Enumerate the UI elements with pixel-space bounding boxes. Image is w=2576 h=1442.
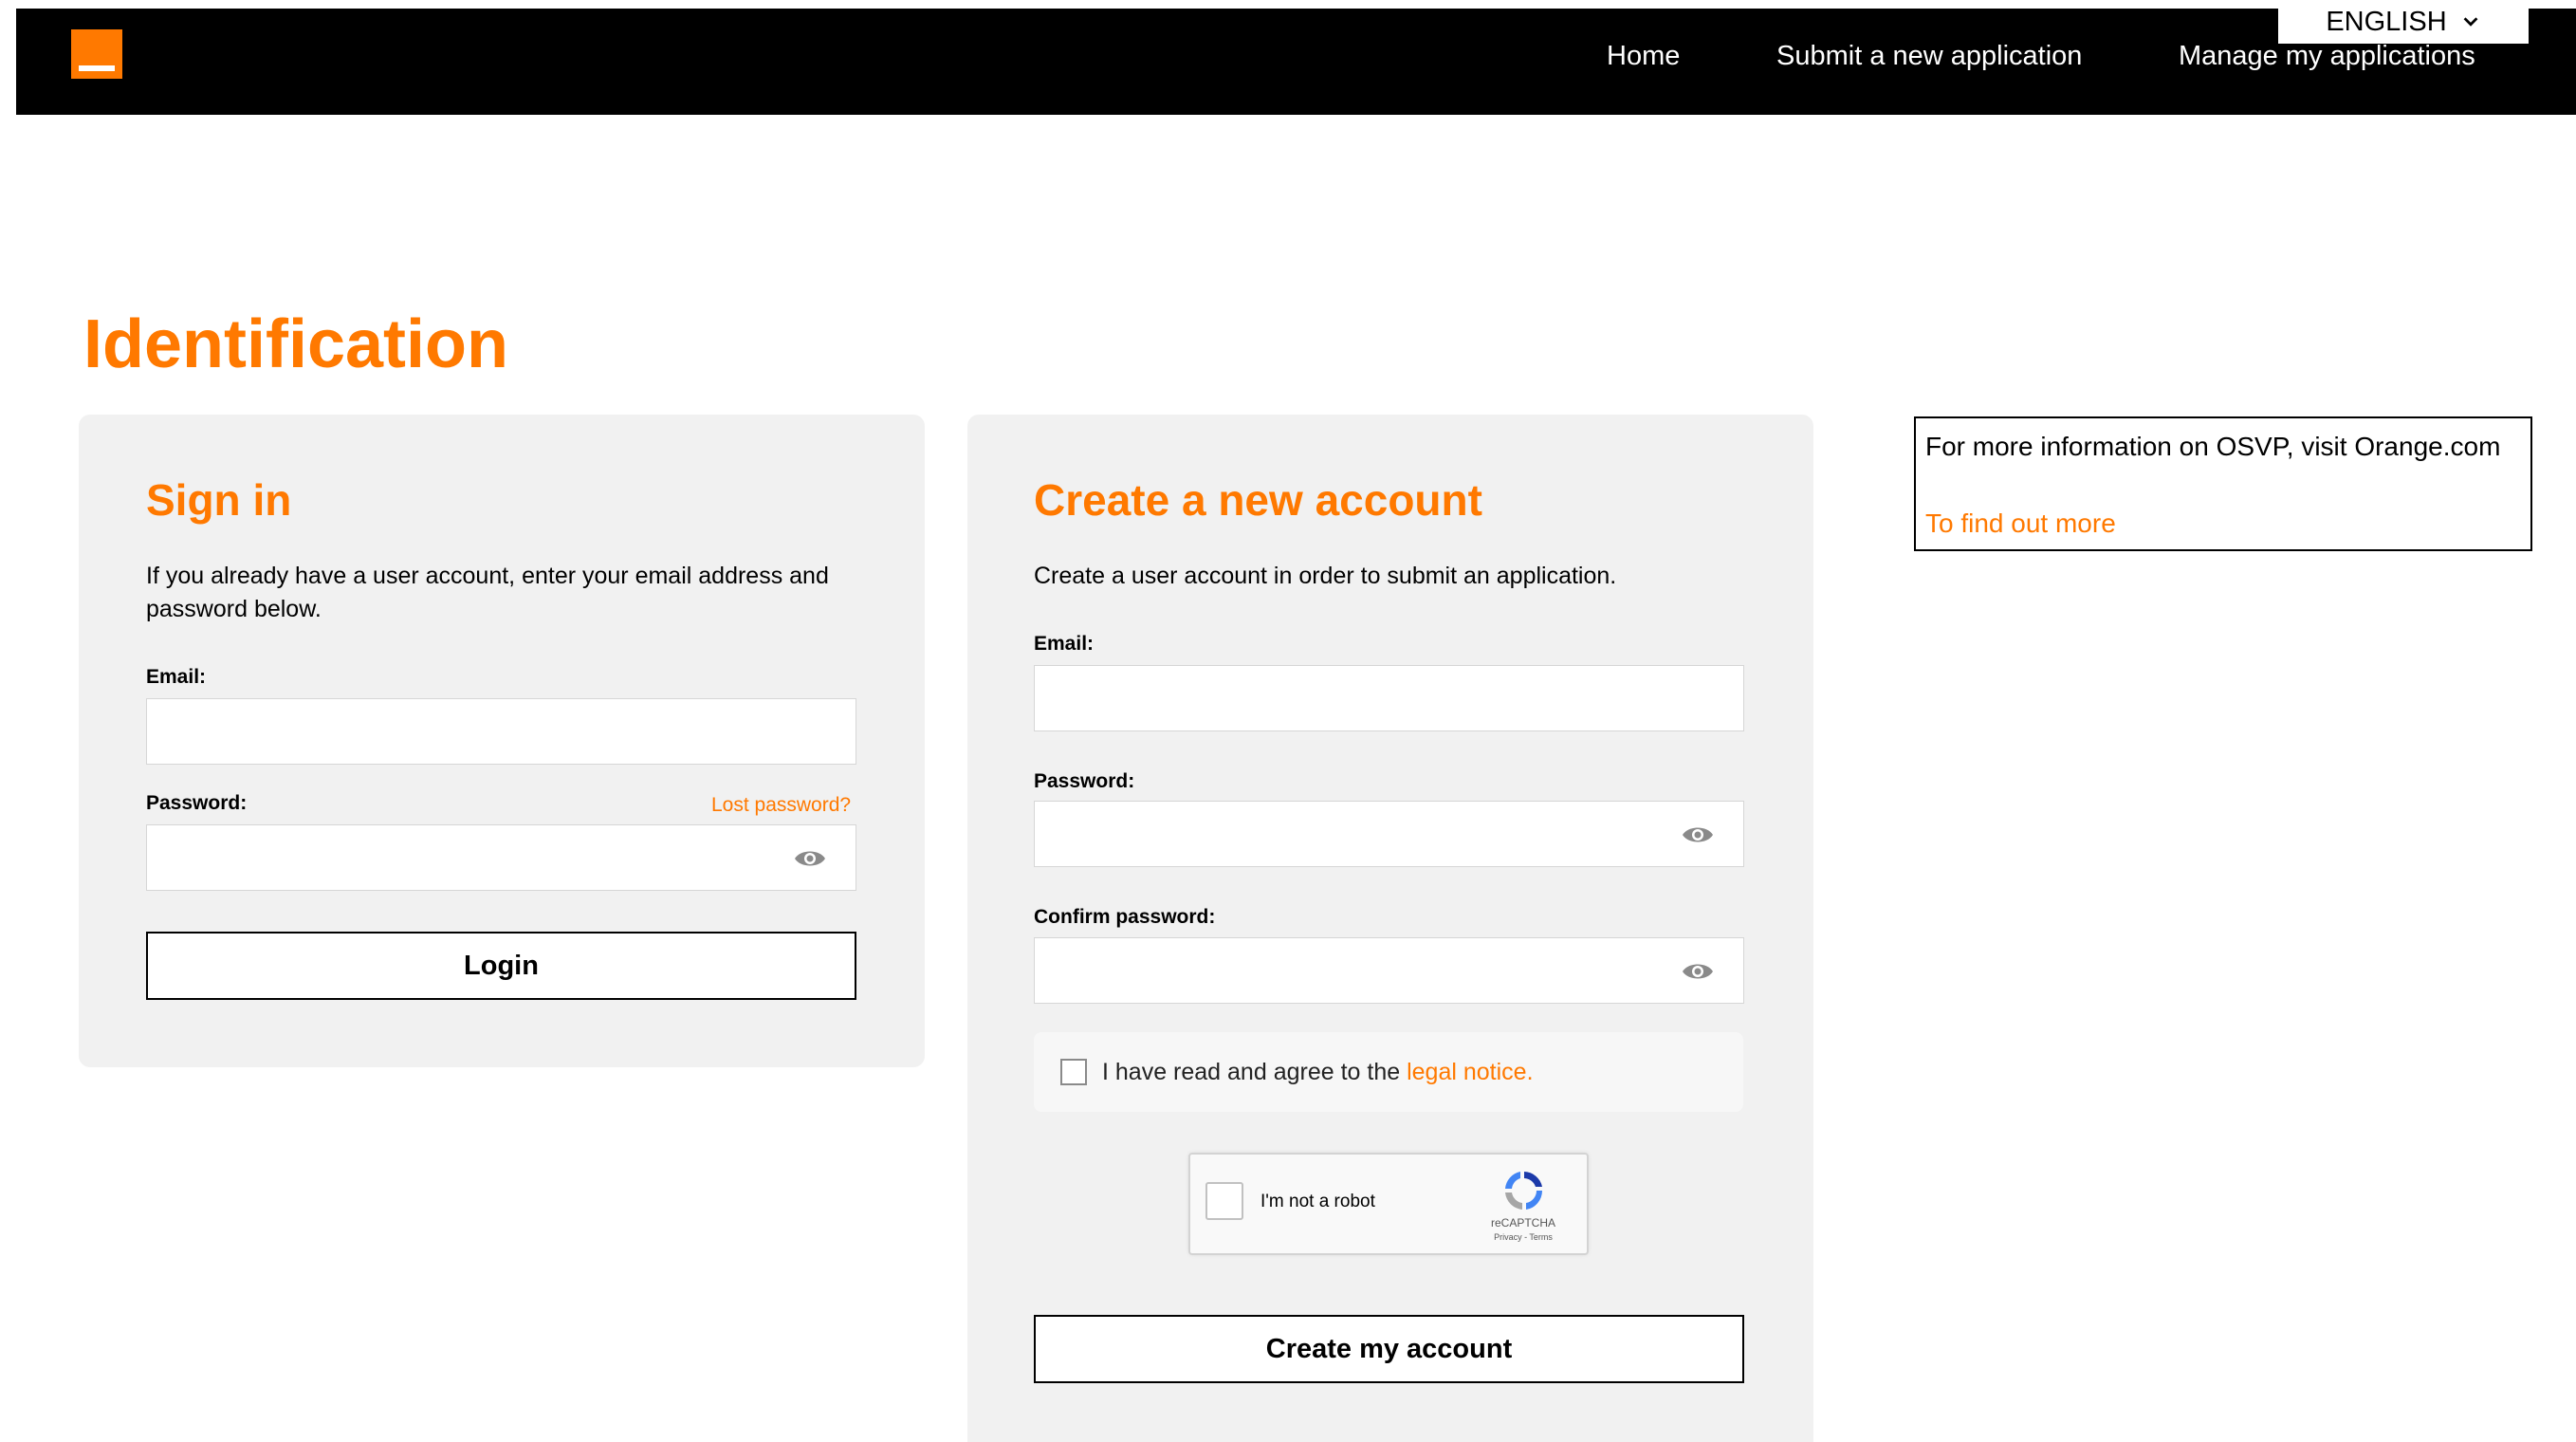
create-email-input[interactable] [1035, 666, 1743, 730]
sign-in-card: Sign in If you already have a user accou… [79, 415, 925, 1067]
legal-notice-text: I have read and agree to the legal notic… [1102, 1057, 1534, 1087]
sign-in-email-label: Email: [146, 666, 207, 688]
sign-in-title: Sign in [146, 475, 292, 525]
sign-in-email-input[interactable] [147, 699, 856, 764]
recaptcha-logo-icon [1505, 1172, 1543, 1210]
top-navigation-bar: Home Submit a new application Manage my … [16, 9, 2576, 115]
confirm-password-label: Confirm password: [1034, 906, 1216, 928]
lost-password-link[interactable]: Lost password? [711, 793, 851, 818]
show-password-eye-icon[interactable] [793, 846, 827, 871]
login-button[interactable]: Login [146, 932, 856, 1000]
create-email-field[interactable] [1034, 665, 1744, 731]
logo-bar [79, 65, 115, 71]
page-title: Identification [83, 306, 508, 382]
legal-notice-link[interactable]: legal notice [1407, 1059, 1526, 1085]
recaptcha-terms[interactable]: Privacy - Terms [1471, 1232, 1575, 1242]
recaptcha-brand: reCAPTCHA [1490, 1216, 1555, 1229]
recaptcha-label: I'm not a robot [1260, 1192, 1375, 1211]
sign-in-password-input[interactable] [147, 825, 856, 890]
create-account-card: Create a new account Create a user accou… [967, 415, 1813, 1442]
show-password-eye-icon[interactable] [1681, 823, 1715, 847]
sign-in-description: If you already have a user account, ente… [146, 563, 829, 622]
create-account-title: Create a new account [1034, 475, 1482, 525]
orange-logo[interactable] [71, 29, 122, 79]
show-confirm-password-eye-icon[interactable] [1681, 959, 1715, 984]
sign-in-email-field[interactable] [146, 698, 856, 765]
create-password-input[interactable] [1035, 802, 1743, 866]
nav-manage-applications-link[interactable]: Manage my applications [2179, 40, 2475, 72]
recaptcha-widget: I'm not a robot reCAPTCHA Privacy - Term… [1188, 1153, 1589, 1255]
create-account-description: Create a user account in order to submit… [1034, 563, 1617, 589]
legal-notice-checkbox[interactable] [1060, 1059, 1087, 1085]
confirm-password-input[interactable] [1035, 938, 1743, 1003]
confirm-password-field[interactable] [1034, 937, 1744, 1004]
create-password-field[interactable] [1034, 801, 1744, 867]
agree-text: I have read and agree to the [1102, 1059, 1401, 1085]
create-password-label: Password: [1034, 770, 1135, 792]
sign-in-password-field[interactable] [146, 824, 856, 891]
legal-notice-agreement: I have read and agree to the legal notic… [1034, 1032, 1743, 1112]
nav-home-link[interactable]: Home [1607, 40, 1680, 72]
nav-submit-application-link[interactable]: Submit a new application [1776, 40, 2082, 72]
create-email-label: Email: [1034, 633, 1095, 655]
chevron-down-icon [2463, 17, 2478, 27]
agree-end-punctuation: . [1526, 1059, 1534, 1085]
info-text: For more information on OSVP, visit Oran… [1925, 432, 2501, 461]
info-box: For more information on OSVP, visit Oran… [1914, 416, 2532, 551]
find-out-more-link[interactable]: To find out more [1925, 508, 2116, 540]
language-selector[interactable]: ENGLISH [2278, 0, 2529, 44]
create-account-button[interactable]: Create my account [1034, 1315, 1744, 1383]
language-label: ENGLISH [2326, 6, 2447, 37]
sign-in-password-label: Password: [146, 792, 248, 814]
recaptcha-checkbox[interactable] [1205, 1182, 1243, 1220]
